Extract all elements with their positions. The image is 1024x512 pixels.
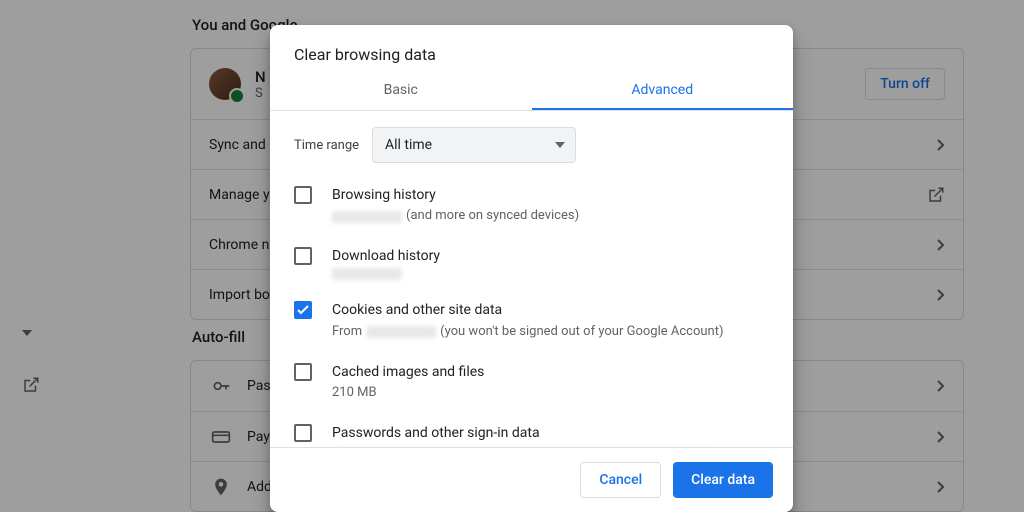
clear-data-items: Browsing history (and more on synced dev… <box>270 171 793 447</box>
dropdown-caret-icon <box>555 142 565 148</box>
item-subtext: (and more on synced devices) <box>332 207 769 226</box>
tab-basic[interactable]: Basic <box>270 70 532 110</box>
item-title: Browsing history <box>332 185 769 205</box>
redacted-text <box>332 211 402 223</box>
item-title: Passwords and other sign-in data <box>332 423 769 443</box>
clear-browsing-data-dialog: Clear browsing data Basic Advanced Time … <box>270 25 793 512</box>
item-browsing-history: Browsing history (and more on synced dev… <box>294 175 769 236</box>
item-cache: Cached images and files 210 MB <box>294 352 769 413</box>
item-download-history: Download history <box>294 236 769 290</box>
item-subtext-suffix: (and more on synced devices) <box>406 207 579 226</box>
checkbox-cache[interactable] <box>294 363 312 381</box>
cancel-button[interactable]: Cancel <box>580 462 661 498</box>
checkbox-passwords[interactable] <box>294 424 312 442</box>
time-range-value: All time <box>385 137 432 153</box>
checkbox-browsing-history[interactable] <box>294 186 312 204</box>
redacted-text <box>366 326 436 338</box>
redacted-text <box>332 268 402 280</box>
time-range-select[interactable]: All time <box>372 127 576 163</box>
item-subtext-prefix: From <box>332 323 362 342</box>
item-subtext-suffix: (you won't be signed out of your Google … <box>440 323 723 342</box>
item-subtext <box>332 268 769 280</box>
time-range-row: Time range All time <box>270 111 793 171</box>
checkbox-download-history[interactable] <box>294 247 312 265</box>
dialog-title: Clear browsing data <box>270 25 793 70</box>
dialog-body: Time range All time Browsing history (an… <box>270 111 793 447</box>
tab-advanced[interactable]: Advanced <box>532 70 794 110</box>
dialog-footer: Cancel Clear data <box>270 447 793 512</box>
checkbox-cookies[interactable] <box>294 301 312 319</box>
time-range-label: Time range <box>294 138 372 153</box>
clear-data-button[interactable]: Clear data <box>673 462 773 498</box>
item-cookies: Cookies and other site data From (you wo… <box>294 290 769 351</box>
item-passwords: Passwords and other sign-in data <box>294 413 769 447</box>
item-subtext: 210 MB <box>332 384 769 403</box>
item-title: Cached images and files <box>332 362 769 382</box>
item-subtext: From (you won't be signed out of your Go… <box>332 323 769 342</box>
dialog-tabs: Basic Advanced <box>270 70 793 111</box>
item-title: Download history <box>332 246 769 266</box>
item-title: Cookies and other site data <box>332 300 769 320</box>
